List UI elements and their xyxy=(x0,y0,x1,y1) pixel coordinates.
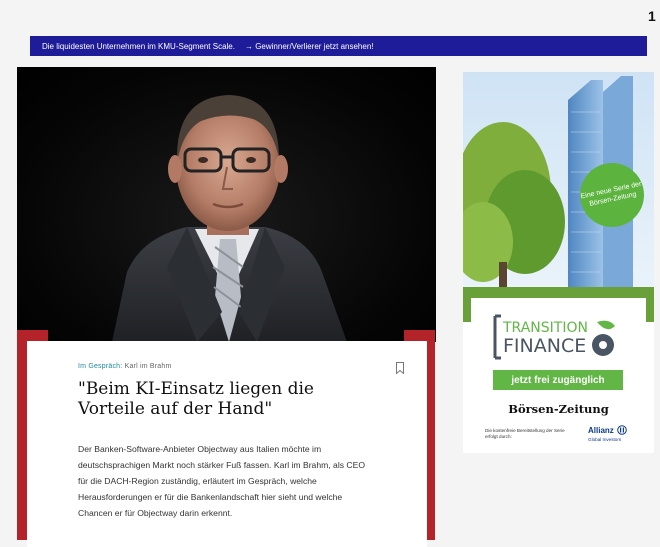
allianz-eagle-icon xyxy=(616,425,627,435)
advertisement[interactable]: Eine neue Serie der Börsen-Zeitung TRANS… xyxy=(463,72,654,453)
logo-line1: TRANSITION xyxy=(502,320,588,336)
article-kicker: Im Gespräch: Karl im Brahm xyxy=(78,363,427,370)
sponsor-logo: Allianz xyxy=(588,425,627,435)
logo-line2: FINANCE xyxy=(503,335,586,357)
article-teaser: Der Banken-Software-Anbieter Objectway a… xyxy=(78,444,366,518)
ad-content: TRANSITION FINANCE jetzt frei zugänglich… xyxy=(471,298,646,446)
page-number: 1 xyxy=(648,8,656,24)
article-headline[interactable]: "Beim KI-Einsatz liegen die Vorteile auf… xyxy=(78,379,378,419)
brand-name: Börsen-Zeitung xyxy=(508,402,609,416)
kicker-person: Karl im Brahm xyxy=(124,363,172,370)
banner-text: Die liquidesten Unternehmen im KMU-Segme… xyxy=(42,41,235,51)
article-card[interactable]: Im Gespräch: Karl im Brahm "Beim KI-Eins… xyxy=(27,341,427,547)
kicker-topic: Im Gespräch: xyxy=(78,363,123,370)
cta-button[interactable]: jetzt frei zugänglich xyxy=(493,370,623,390)
promo-banner[interactable]: Die liquidesten Unternehmen im KMU-Segme… xyxy=(30,36,647,56)
sponsor-name: Allianz xyxy=(588,425,614,435)
bookmark-icon[interactable] xyxy=(396,362,404,374)
sponsor-disclaimer: Die kostenfreie Bereitstellung der Serie… xyxy=(485,428,565,439)
article-hero-image[interactable] xyxy=(17,67,436,342)
banner-link[interactable]: → Gewinner/Verlierer jetzt ansehen! xyxy=(245,42,374,51)
sponsor-subtitle: Global Investors xyxy=(588,437,622,442)
transition-finance-logo: TRANSITION FINANCE xyxy=(493,312,623,367)
